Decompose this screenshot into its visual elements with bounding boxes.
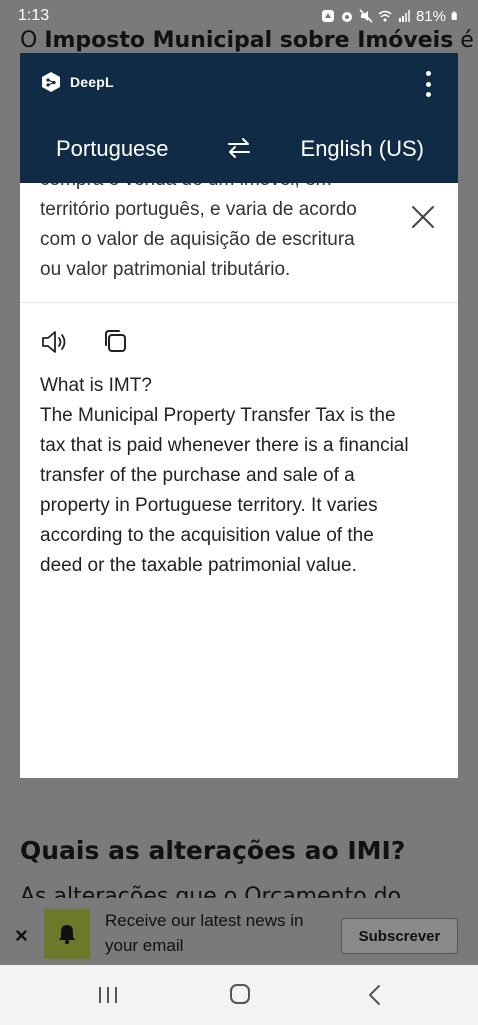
copy-icon[interactable] bbox=[102, 328, 128, 354]
subscribe-text: Receive our latest news in your email bbox=[105, 911, 304, 955]
translation-line: deed or the taxable patrimonial value. bbox=[40, 555, 357, 576]
mute-icon bbox=[359, 9, 373, 23]
app-notification-icon bbox=[321, 10, 334, 22]
status-bar: 1:13 81% bbox=[0, 0, 478, 40]
translation-line: according to the acquisition value of th… bbox=[40, 525, 374, 546]
source-line: compra e venda de um imóvel, em bbox=[40, 183, 390, 195]
home-icon[interactable] bbox=[229, 983, 251, 1005]
source-line: com o valor de aquisição de escritura bbox=[40, 229, 355, 250]
source-text-area[interactable]: compra e venda de um imóvel, em territór… bbox=[20, 183, 458, 303]
subscribe-button[interactable]: Subscrever bbox=[341, 918, 458, 954]
translation-line: The Municipal Property Transfer Tax is t… bbox=[40, 405, 396, 426]
language-row: Portuguese English (US) bbox=[20, 131, 458, 167]
speaker-icon[interactable] bbox=[40, 329, 70, 355]
subscribe-bar: × Receive our latest news in your email … bbox=[0, 905, 478, 965]
deepl-logo-icon bbox=[40, 71, 62, 93]
translated-text: What is IMT? The Municipal Property Tran… bbox=[20, 363, 458, 581]
battery-icon bbox=[451, 11, 457, 20]
swap-arrows-icon[interactable] bbox=[225, 134, 253, 162]
close-icon[interactable] bbox=[410, 204, 436, 230]
deepl-header: DeepL Portuguese English (US) bbox=[20, 53, 458, 183]
translation-line: transfer of the purchase and sale of a bbox=[40, 465, 355, 486]
wifi-icon bbox=[378, 10, 392, 22]
translation-line: tax that is paid whenever there is a fin… bbox=[40, 435, 409, 456]
bell-icon bbox=[44, 909, 90, 959]
background-partial-text: As alterações que o Orçamento do bbox=[20, 884, 402, 898]
subscribe-close-button[interactable]: × bbox=[15, 923, 28, 949]
navigation-bar bbox=[0, 965, 478, 1025]
deepl-brand-name: DeepL bbox=[70, 74, 114, 90]
recent-apps-icon[interactable] bbox=[97, 985, 119, 1005]
translation-actions bbox=[20, 303, 458, 363]
battery-percent: 81% bbox=[415, 7, 446, 25]
status-icons: 81% bbox=[321, 8, 460, 25]
source-line: território português, e varia de acordo bbox=[40, 199, 357, 220]
more-vertical-icon[interactable] bbox=[424, 71, 432, 97]
alarm-icon bbox=[341, 12, 352, 22]
target-language-selector[interactable]: English (US) bbox=[301, 136, 424, 162]
deepl-brand: DeepL bbox=[40, 71, 114, 93]
back-icon[interactable] bbox=[366, 983, 382, 1007]
translation-line: What is IMT? bbox=[40, 375, 152, 396]
translation-line: property in Portuguese territory. It var… bbox=[40, 495, 378, 516]
status-time: 1:13 bbox=[18, 7, 50, 24]
signal-icon bbox=[398, 10, 410, 22]
background-heading: Quais as alterações ao IMI? bbox=[20, 836, 406, 865]
source-line: ou valor patrimonial tributário. bbox=[40, 259, 291, 280]
deepl-translation-panel: DeepL Portuguese English (US) compra e v… bbox=[20, 53, 458, 778]
source-language-selector[interactable]: Portuguese bbox=[56, 136, 169, 162]
source-text: compra e venda de um imóvel, em territór… bbox=[40, 183, 390, 285]
